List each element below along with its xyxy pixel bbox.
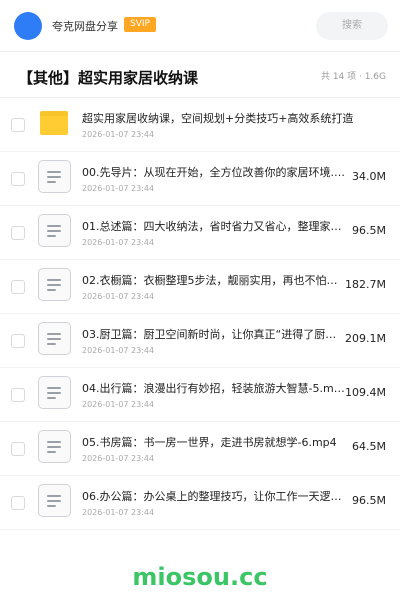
file-size: 64.5M [352, 440, 386, 453]
site-watermark: miosou.cc [132, 563, 268, 591]
list-item[interactable]: 03.厨卫篇：厨卫空间新时尚，让你真正“进得了厨房”.mp4 2026-01-0… [0, 314, 400, 368]
file-name: 02.衣橱篇：衣橱整理5步法，靓丽实用，再也不怕买衣服.mp4 [82, 274, 347, 287]
select-checkbox[interactable] [11, 118, 25, 132]
file-date: 2026-01-07 23:44 [82, 184, 155, 193]
item-count-summary: 共 14 项 · 1.6G [320, 72, 386, 82]
list-item[interactable]: 00.先导片：从现在开始，全方位改善你的家居环境.mp4 2026-01-07 … [0, 152, 400, 206]
video-file-icon [38, 160, 71, 193]
file-date: 2026-01-07 23:44 [82, 346, 155, 355]
video-file-icon [38, 214, 71, 247]
file-size: 96.5M [352, 494, 386, 507]
site-name: 夸克网盘分享 [52, 20, 118, 33]
file-name: 00.先导片：从现在开始，全方位改善你的家居环境.mp4 [82, 166, 347, 179]
select-checkbox[interactable] [11, 388, 25, 402]
file-name: 超实用家居收纳课，空间规划+分类技巧+高效系统打造 [82, 112, 354, 125]
select-checkbox[interactable] [11, 172, 25, 186]
file-name: 06.办公篇：办公桌上的整理技巧，让你工作一天逻辑清晰.mp4 [82, 490, 347, 503]
select-checkbox[interactable] [11, 280, 25, 294]
select-checkbox[interactable] [11, 442, 25, 456]
video-file-icon [38, 376, 71, 409]
file-name: 04.出行篇：浪漫出行有妙招，轻装旅游大智慧-5.mp4 [82, 382, 347, 395]
page-title: 【其他】超实用家居收纳课 [18, 69, 199, 87]
file-date: 2026-01-07 23:44 [82, 130, 155, 139]
list-item[interactable]: 05.书房篇：书一房一世界，走进书房就想学-6.mp4 2026-01-07 2… [0, 422, 400, 476]
list-item[interactable]: 04.出行篇：浪漫出行有妙招，轻装旅游大智慧-5.mp4 2026-01-07 … [0, 368, 400, 422]
video-file-icon [38, 484, 71, 517]
list-item[interactable]: 01.总述篇：四大收纳法，省时省力又省心，整理家务更轻松.mp4 2026-01… [0, 206, 400, 260]
avatar[interactable] [14, 12, 42, 40]
file-list: 超实用家居收纳课，空间规划+分类技巧+高效系统打造 2026-01-07 23:… [0, 98, 400, 530]
video-file-icon [38, 430, 71, 463]
app-header: 夸克网盘分享 SVIP 搜索 [0, 0, 400, 52]
file-size: 34.0M [352, 170, 386, 183]
select-checkbox[interactable] [11, 226, 25, 240]
file-size: 96.5M [352, 224, 386, 237]
select-checkbox[interactable] [11, 334, 25, 348]
search-input[interactable]: 搜索 [316, 12, 388, 40]
share-title-bar: 【其他】超实用家居收纳课 共 14 项 · 1.6G [0, 52, 400, 98]
file-name: 01.总述篇：四大收纳法，省时省力又省心，整理家务更轻松.mp4 [82, 220, 347, 233]
video-file-icon [38, 268, 71, 301]
file-date: 2026-01-07 23:44 [82, 400, 155, 409]
file-date: 2026-01-07 23:44 [82, 292, 155, 301]
file-date: 2026-01-07 23:44 [82, 238, 155, 247]
file-size: 209.1M [345, 332, 386, 345]
video-file-icon [38, 322, 71, 355]
list-item[interactable]: 06.办公篇：办公桌上的整理技巧，让你工作一天逻辑清晰.mp4 2026-01-… [0, 476, 400, 530]
list-item[interactable]: 超实用家居收纳课，空间规划+分类技巧+高效系统打造 2026-01-07 23:… [0, 98, 400, 152]
svip-badge: SVIP [124, 17, 156, 32]
file-size: 182.7M [345, 278, 386, 291]
list-item[interactable]: 02.衣橱篇：衣橱整理5步法，靓丽实用，再也不怕买衣服.mp4 2026-01-… [0, 260, 400, 314]
select-checkbox[interactable] [11, 496, 25, 510]
folder-icon [40, 111, 68, 135]
file-size: 109.4M [345, 386, 386, 399]
file-date: 2026-01-07 23:44 [82, 454, 155, 463]
file-name: 05.书房篇：书一房一世界，走进书房就想学-6.mp4 [82, 436, 337, 449]
file-name: 03.厨卫篇：厨卫空间新时尚，让你真正“进得了厨房”.mp4 [82, 328, 347, 341]
file-date: 2026-01-07 23:44 [82, 508, 155, 517]
